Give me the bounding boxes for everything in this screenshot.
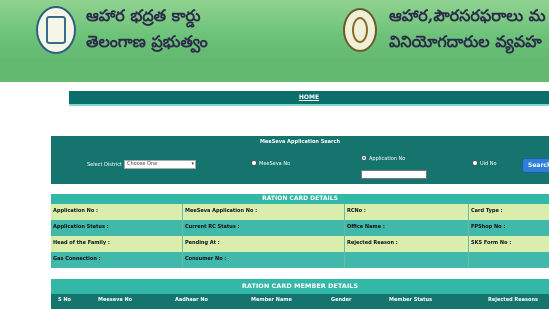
- current-rc-status-label: Current RC Status :: [183, 220, 345, 236]
- column-header: Member Name: [251, 297, 292, 303]
- application-no-label: Application No :: [51, 204, 183, 220]
- column-header: Member Status: [389, 297, 433, 303]
- search-panel-title: MeeSeva Application Search: [259, 139, 341, 145]
- header-title-line2: తెలంగాణ ప్రభుత్వం: [86, 32, 208, 51]
- card-type-label: Card Type :: [471, 208, 503, 214]
- header-title-line1: ఆహార భద్రత కార్డు: [86, 6, 201, 25]
- table-row: Application No : MeeSeva Application No …: [51, 204, 549, 220]
- sks-form-no-label: SKS Form No :: [471, 240, 512, 246]
- search-panel: MeeSeva Application Search Select Distri…: [51, 136, 549, 184]
- gas-connection-label: Gas Connection :: [51, 252, 183, 268]
- head-of-family-label: Head of the Family :: [51, 236, 183, 252]
- header-dept-line1: ఆహార,పౌరసరఫరాలు మ: [389, 6, 546, 25]
- application-status-label: Application Status :: [51, 220, 183, 236]
- member-table-header: S No Meeseva No Aadhaar No Member Name G…: [51, 294, 549, 309]
- application-no-input[interactable]: [361, 170, 427, 179]
- radio-meeseva-no[interactable]: [251, 160, 257, 166]
- rejected-reason-label: Rejected Reason :: [345, 236, 469, 252]
- chevron-down-icon: ▾: [191, 161, 194, 167]
- column-header: Aadhaar No: [175, 297, 208, 303]
- district-select-value: Choose One: [127, 161, 158, 167]
- header-banner: ఆహార భద్రత కార్డు తెలంగాణ ప్రభుత్వం ఆహార…: [0, 0, 549, 62]
- empty-cell: [345, 252, 469, 268]
- empty-cell: [469, 252, 549, 268]
- office-name-label: Office Name :: [345, 220, 469, 236]
- district-select[interactable]: Choose One ▾: [124, 160, 196, 169]
- column-header: Rejected Reasons: [488, 297, 538, 303]
- consumer-no-label: Consumer No :: [183, 252, 345, 268]
- column-header: Gender: [331, 297, 352, 303]
- table-row: Application Status : Current RC Status :…: [51, 220, 549, 236]
- telangana-emblem-icon: [36, 6, 76, 54]
- district-label: Select District :: [87, 162, 126, 168]
- search-button[interactable]: Search: [522, 158, 549, 173]
- nav-bar: HOME: [69, 91, 549, 106]
- member-details-title: RATION CARD MEMBER DETAILS: [51, 279, 549, 294]
- radio-application-label: Application No: [369, 156, 406, 162]
- rcno-label: RCNo :: [345, 204, 469, 220]
- table-row: Head of the Family : Pending At : Reject…: [51, 236, 549, 252]
- radio-application-no[interactable]: [361, 155, 367, 161]
- meeseva-application-no-label: MeeSeva Application No :: [183, 204, 345, 220]
- column-header: Meeseva No: [98, 297, 133, 303]
- ration-card-details-table: Application No : MeeSeva Application No …: [51, 204, 549, 268]
- radio-uid-no[interactable]: [472, 160, 478, 166]
- table-row: Gas Connection : Consumer No :: [51, 252, 549, 268]
- radio-meeseva-label: MeeSeva No: [259, 161, 291, 167]
- header-dept-line2: వినియోగదారుల వ్యవహ: [389, 32, 542, 51]
- column-header: S No: [58, 297, 71, 303]
- pending-at-label: Pending At :: [183, 236, 345, 252]
- ration-card-details-title: RATION CARD DETAILS: [51, 194, 549, 204]
- radio-uid-label: Uid No: [480, 161, 497, 167]
- banner-strip: [0, 62, 549, 82]
- home-link[interactable]: HOME: [69, 91, 549, 105]
- civil-supplies-logo-icon: [343, 8, 377, 52]
- fpshop-no-label: FPShop No :: [471, 224, 506, 230]
